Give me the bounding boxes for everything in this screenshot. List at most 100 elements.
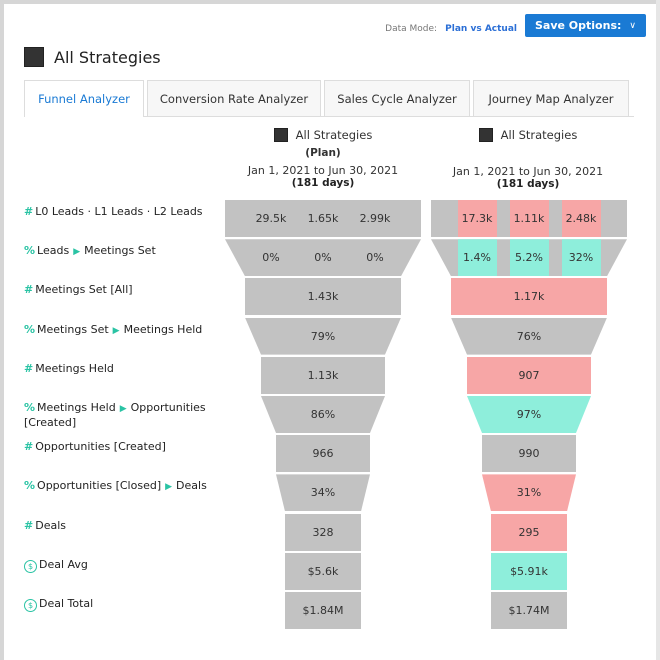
metric-label: $ Deal Total <box>24 597 224 612</box>
plan-sub-value: 0% <box>314 251 332 265</box>
plan-strategy-name: All Strategies <box>295 128 373 142</box>
actual-funnel-segment[interactable]: 295 <box>491 513 567 551</box>
actual-funnel-segment[interactable]: $1.74M <box>491 592 567 629</box>
actual-funnel-segment[interactable]: 76% <box>451 317 607 355</box>
percent-icon: % <box>24 244 36 258</box>
actual-funnel-segment[interactable]: 1.4% 5.2% 32% <box>431 239 627 277</box>
tab-bar: Funnel Analyzer Conversion Rate Analyzer… <box>24 80 634 117</box>
actual-funnel-segment[interactable]: 97% <box>467 396 591 433</box>
plan-funnel-segment[interactable]: 328 <box>285 513 361 551</box>
actual-funnel-segment[interactable]: $5.91k <box>491 552 567 590</box>
actual-sub-value: 17.3k <box>457 200 497 237</box>
plan-sub-value: 0% <box>262 251 280 265</box>
metric-label: % Leads ▶ Meetings Set <box>24 244 224 259</box>
arrow-right-icon: ▶ <box>73 247 81 258</box>
metric-label: % Meetings Set ▶ Meetings Held <box>24 323 224 338</box>
plan-sub-value: 29.5k <box>255 212 287 225</box>
metric-label-text: L0 Leads · L1 Leads · L2 Leads <box>35 205 203 218</box>
tab-funnel-analyzer[interactable]: Funnel Analyzer <box>24 80 144 117</box>
actual-sub-value: 5.2% <box>509 239 549 277</box>
actual-funnel-segment[interactable]: 990 <box>482 435 576 473</box>
strategy-color-swatch <box>24 47 44 67</box>
plan-funnel-segment[interactable]: $1.84M <box>285 592 361 629</box>
metric-label-text: Deals <box>35 518 66 532</box>
metric-label-text: Meetings Held <box>35 361 114 375</box>
hash-icon: # <box>24 283 34 297</box>
actual-days: (181 days) <box>496 178 560 190</box>
actual-sub-value: 2.48k <box>561 200 601 237</box>
actual-funnel-segment[interactable]: 907 <box>467 356 591 394</box>
actual-sub-value: 1.11k <box>509 200 549 237</box>
metric-label-text: Meetings Set <box>37 322 109 336</box>
actual-strategy-name: All Strategies <box>500 128 578 142</box>
arrow-right-icon: ▶ <box>112 325 120 336</box>
actual-funnel-segment[interactable]: 17.3k 1.11k 2.48k <box>431 200 627 237</box>
metric-label: $ Deal Avg <box>24 558 224 573</box>
tab-sales-cycle-analyzer[interactable]: Sales Cycle Analyzer <box>324 80 470 116</box>
actual-sub-value: 1.4% <box>457 239 497 277</box>
plan-sub-value: 1.65k <box>307 212 339 225</box>
plan-days: (181 days) <box>291 177 355 189</box>
metric-label-text: Opportunities [Created] <box>35 440 166 454</box>
strategy-swatch <box>273 128 288 142</box>
plan-funnel-segment[interactable]: 1.43k <box>245 278 401 316</box>
metric-label-text: Meetings Set [All] <box>35 283 133 297</box>
data-mode-value[interactable]: Plan vs Actual <box>445 24 517 34</box>
arrow-right-icon: ▶ <box>165 482 173 493</box>
data-mode: Data Mode: Plan vs Actual <box>385 16 517 35</box>
metric-label-text: Meetings Held <box>123 322 203 336</box>
hash-icon: # <box>24 518 34 532</box>
metric-label-text: Deal Avg <box>39 557 88 571</box>
plan-funnel-segment[interactable]: 86% <box>261 396 385 433</box>
tab-journey-map-analyzer[interactable]: Journey Map Analyzer <box>473 80 629 116</box>
percent-icon: % <box>24 322 36 336</box>
actual-funnel-segment[interactable]: 31% <box>482 474 576 512</box>
actual-sub-value: 32% <box>561 239 601 277</box>
plan-funnel-segment[interactable]: 1.13k <box>261 356 385 394</box>
plan-sub-value: 2.99k <box>359 212 391 225</box>
dollar-icon: $ <box>24 599 37 612</box>
hash-icon: # <box>24 361 34 375</box>
dollar-icon: $ <box>24 559 37 573</box>
strategy-swatch <box>478 128 493 142</box>
metric-label-text: Meetings Set <box>84 244 156 258</box>
page-title: All Strategies <box>24 47 161 67</box>
plan-funnel-segment[interactable]: $5.6k <box>285 552 361 590</box>
plan-funnel-segment[interactable]: 34% <box>276 474 370 512</box>
metric-label: % Meetings Held ▶ Opportunities [Created] <box>24 401 224 430</box>
metric-label: # Opportunities [Created] <box>24 440 224 454</box>
plan-funnel-segment[interactable]: 29.5k 1.65k 2.99k <box>225 200 421 237</box>
metric-label-text: Deals <box>176 479 207 493</box>
plan-sub-value: 0% <box>366 251 384 265</box>
metric-label-text: Leads <box>37 244 70 258</box>
metric-label: # L0 Leads · L1 Leads · L2 Leads <box>24 205 224 219</box>
actual-date-range: Jan 1, 2021 to Jun 30, 2021 <box>452 165 604 178</box>
save-options-label: Save Options: <box>535 19 622 32</box>
hash-icon: # <box>24 205 34 218</box>
actual-funnel-segment[interactable]: 1.17k <box>451 278 607 316</box>
metric-label: # Meetings Held <box>24 362 224 376</box>
tab-conversion-rate-analyzer[interactable]: Conversion Rate Analyzer <box>147 80 321 116</box>
data-mode-label: Data Mode: <box>385 24 438 34</box>
plan-mode-label: (Plan) <box>305 147 341 159</box>
plan-funnel-segment[interactable]: 79% <box>245 317 401 355</box>
hash-icon: # <box>24 440 34 454</box>
plan-funnel-segment[interactable]: 966 <box>276 435 370 473</box>
save-options-button[interactable]: Save Options: ∨ <box>525 14 646 37</box>
top-bar: Data Mode: Plan vs Actual Save Options: … <box>385 14 646 37</box>
plan-funnel-segment[interactable]: 0% 0% 0% <box>225 239 421 277</box>
percent-icon: % <box>24 479 36 493</box>
metric-label-text: Meetings Held <box>37 401 116 414</box>
scrollbar[interactable] <box>656 0 660 660</box>
page-title-text: All Strategies <box>54 47 161 67</box>
metric-label: # Deals <box>24 519 224 533</box>
plan-date-range: Jan 1, 2021 to Jun 30, 2021 <box>247 164 399 177</box>
chevron-down-icon: ∨ <box>629 20 636 31</box>
main-panel: Data Mode: Plan vs Actual Save Options: … <box>4 4 656 660</box>
metric-label-text: Opportunities [Closed] <box>37 479 162 493</box>
arrow-right-icon: ▶ <box>119 404 127 414</box>
actual-column-header: All Strategies Jan 1, 2021 to Jun 30, 20… <box>428 128 628 190</box>
plan-column-header: All Strategies (Plan) Jan 1, 2021 to Jun… <box>223 128 423 189</box>
percent-icon: % <box>24 401 36 414</box>
actual-mode-label <box>428 147 628 160</box>
